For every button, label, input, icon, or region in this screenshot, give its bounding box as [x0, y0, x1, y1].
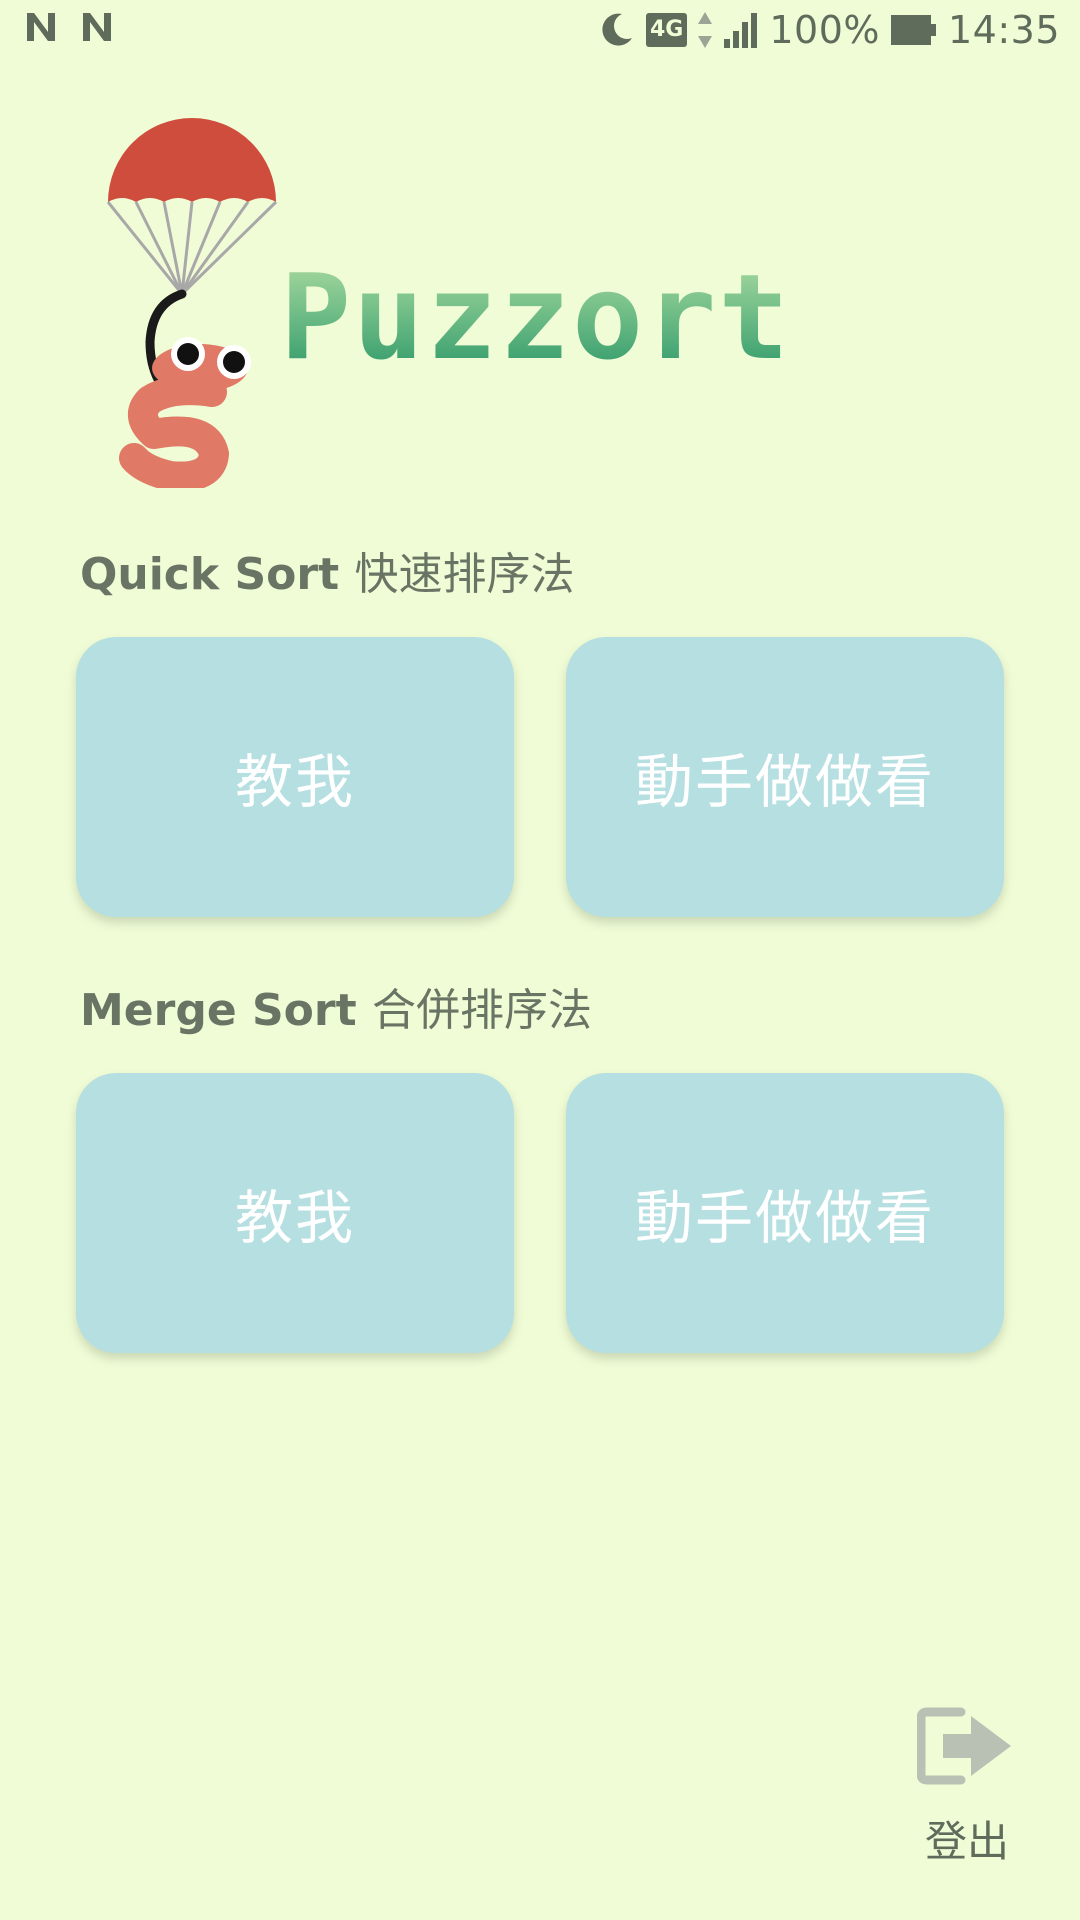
moon-icon	[602, 13, 632, 46]
logout-button[interactable]: 登出	[912, 1700, 1022, 1866]
signal-icon	[724, 13, 758, 48]
logout-label: 登出	[924, 1817, 1009, 1866]
merge-sort-teach-button[interactable]: 教我	[76, 1073, 514, 1353]
puzzort-logo: Puzzort	[100, 118, 820, 488]
battery-icon	[890, 15, 936, 45]
quick-sort-heading: Quick Sort 快速排序法	[80, 538, 574, 602]
clock: 14:35	[947, 8, 1060, 52]
battery-percent: 100%	[769, 8, 880, 52]
notification-n-icon	[83, 13, 111, 41]
system-indicators: 4G 100% 14:35	[596, 8, 1060, 52]
notification-icons	[24, 10, 114, 44]
quick-sort-title-en: Quick Sort	[80, 549, 340, 600]
network-type-badge: 4G	[645, 13, 688, 47]
merge-sort-teach-label: 教我	[234, 1184, 355, 1252]
quick-sort-practice-label: 動手做做看	[634, 748, 935, 816]
logo-wordmark: Puzzort	[280, 248, 792, 386]
quick-sort-teach-button[interactable]: 教我	[76, 637, 514, 917]
logout-icon	[917, 1707, 1011, 1785]
data-arrows-icon	[698, 12, 713, 48]
merge-sort-title-en: Merge Sort	[80, 985, 357, 1036]
quick-sort-practice-button[interactable]: 動手做做看	[566, 637, 1004, 917]
status-bar: 4G 100% 14:35	[0, 0, 1080, 64]
merge-sort-title-zh: 合併排序法	[371, 985, 592, 1036]
quick-sort-teach-label: 教我	[234, 748, 355, 816]
quick-sort-title-zh: 快速排序法	[354, 549, 575, 600]
merge-sort-practice-button[interactable]: 動手做做看	[566, 1073, 1004, 1353]
notification-n-icon	[27, 13, 55, 41]
merge-sort-heading: Merge Sort 合併排序法	[80, 974, 592, 1038]
app-screen: 4G 100% 14:35 Puzzort Quick Sort 快速排序法 教…	[0, 0, 1080, 1920]
parachute-worm-mascot	[106, 118, 278, 488]
merge-sort-practice-label: 動手做做看	[634, 1184, 935, 1252]
